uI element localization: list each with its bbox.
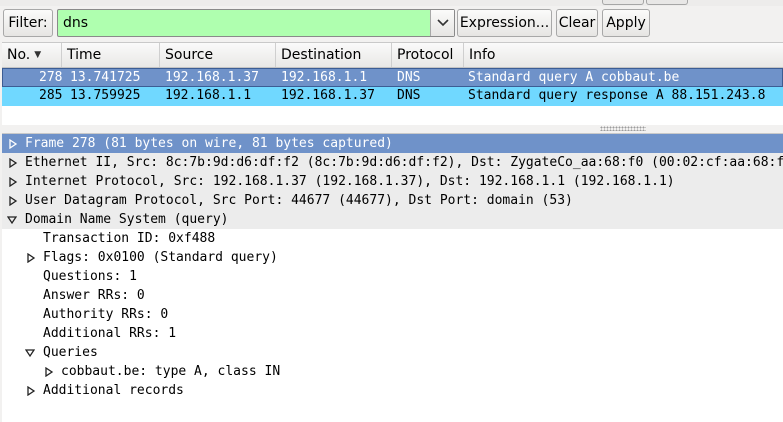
pane-splitter[interactable] — [0, 125, 783, 133]
tree-item-additional-records[interactable]: Additional records — [2, 381, 783, 400]
column-header-no[interactable]: No. ▼ — [2, 43, 62, 67]
expand-arrow-icon[interactable] — [8, 196, 18, 206]
tree-item-answer-rrs[interactable]: Answer RRs: 0 — [2, 286, 783, 305]
sort-arrow-icon: ▼ — [34, 50, 42, 60]
packet-row[interactable]: 285 13.759925 192.168.1.1 192.168.1.37 D… — [2, 87, 783, 106]
tree-item-query-cobbaut[interactable]: cobbaut.be: type A, class IN — [2, 362, 783, 381]
tree-item-ip[interactable]: Internet Protocol, Src: 192.168.1.37 (19… — [2, 172, 783, 191]
tree-item-queries[interactable]: Queries — [2, 343, 783, 362]
expand-arrow-icon[interactable] — [26, 386, 36, 396]
filter-dropdown-button[interactable] — [430, 10, 454, 36]
expand-arrow-icon[interactable] — [26, 253, 36, 263]
tree-item-authority-rrs[interactable]: Authority RRs: 0 — [2, 305, 783, 324]
filter-toolbar: Filter: Expression... Clear Apply — [0, 6, 783, 42]
splitter-grip[interactable] — [600, 126, 646, 131]
column-header-destination[interactable]: Destination — [276, 43, 392, 67]
packet-list: No. ▼ Time Source Destination Protocol I… — [2, 42, 783, 126]
packet-details-tree: Frame 278 (81 bytes on wire, 81 bytes ca… — [2, 133, 783, 422]
tree-item-udp[interactable]: User Datagram Protocol, Src Port: 44677 … — [2, 191, 783, 210]
expand-arrow-icon[interactable] — [8, 158, 18, 168]
filter-combobox[interactable] — [57, 9, 455, 37]
column-header-time[interactable]: Time — [62, 43, 160, 67]
tree-item-ethernet[interactable]: Ethernet II, Src: 8c:7b:9d:d6:df:f2 (8c:… — [2, 153, 783, 172]
column-header-info[interactable]: Info — [464, 43, 783, 67]
tree-item-flags[interactable]: Flags: 0x0100 (Standard query) — [2, 248, 783, 267]
filter-button[interactable]: Filter: — [3, 9, 53, 37]
column-header-protocol[interactable]: Protocol — [392, 43, 464, 67]
tree-item-additional-rrs[interactable]: Additional RRs: 1 — [2, 324, 783, 343]
apply-button[interactable]: Apply — [602, 9, 650, 37]
chevron-down-icon — [436, 19, 449, 27]
expression-button[interactable]: Expression... — [457, 9, 552, 37]
tree-item-transaction-id[interactable]: Transaction ID: 0xf488 — [2, 229, 783, 248]
collapse-arrow-icon[interactable] — [25, 348, 35, 358]
packet-row[interactable]: 278 13.741725 192.168.1.37 192.168.1.1 D… — [2, 68, 783, 87]
tree-item-dns[interactable]: Domain Name System (query) — [2, 210, 783, 229]
tree-item-questions[interactable]: Questions: 1 — [2, 267, 783, 286]
toolbar-button-fragment — [646, 0, 688, 5]
packet-list-header: No. ▼ Time Source Destination Protocol I… — [2, 43, 783, 68]
expand-arrow-icon[interactable] — [44, 367, 54, 377]
column-header-source[interactable]: Source — [160, 43, 276, 67]
filter-input[interactable] — [59, 11, 429, 35]
expand-arrow-icon[interactable] — [8, 177, 18, 187]
clear-button[interactable]: Clear — [556, 9, 598, 37]
toolbar-button-fragment — [602, 0, 644, 5]
tree-item-frame[interactable]: Frame 278 (81 bytes on wire, 81 bytes ca… — [2, 134, 783, 153]
expand-arrow-icon[interactable] — [8, 139, 18, 149]
collapse-arrow-icon[interactable] — [7, 215, 17, 225]
